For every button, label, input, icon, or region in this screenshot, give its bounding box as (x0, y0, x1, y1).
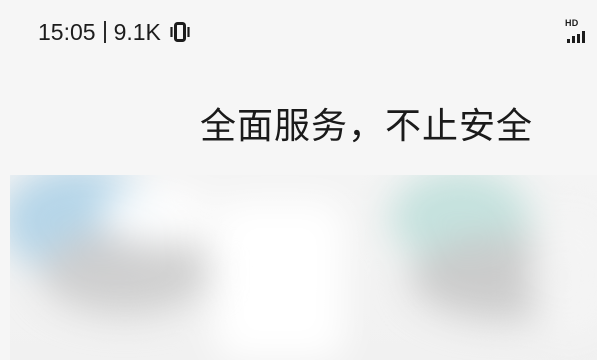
blurred-gray-shape-left (40, 230, 210, 315)
blurred-white-card-center (215, 200, 345, 360)
status-right: HD (565, 18, 589, 48)
status-left: 15:05 9.1K (38, 18, 190, 46)
vibrate-icon (170, 20, 190, 44)
status-time: 15:05 (38, 19, 96, 45)
blurred-background (10, 175, 597, 360)
network-speed: 9.1K (113, 19, 161, 45)
status-bar: 15:05 9.1K HD (0, 0, 597, 64)
hd-badge: HD (565, 18, 579, 28)
blurred-card-area (10, 175, 597, 360)
status-separator (103, 21, 106, 43)
blurred-white-shape-left (100, 185, 210, 245)
headline-text: 全面服务，不止安全 (200, 106, 534, 147)
signal-bars-icon (567, 28, 587, 47)
